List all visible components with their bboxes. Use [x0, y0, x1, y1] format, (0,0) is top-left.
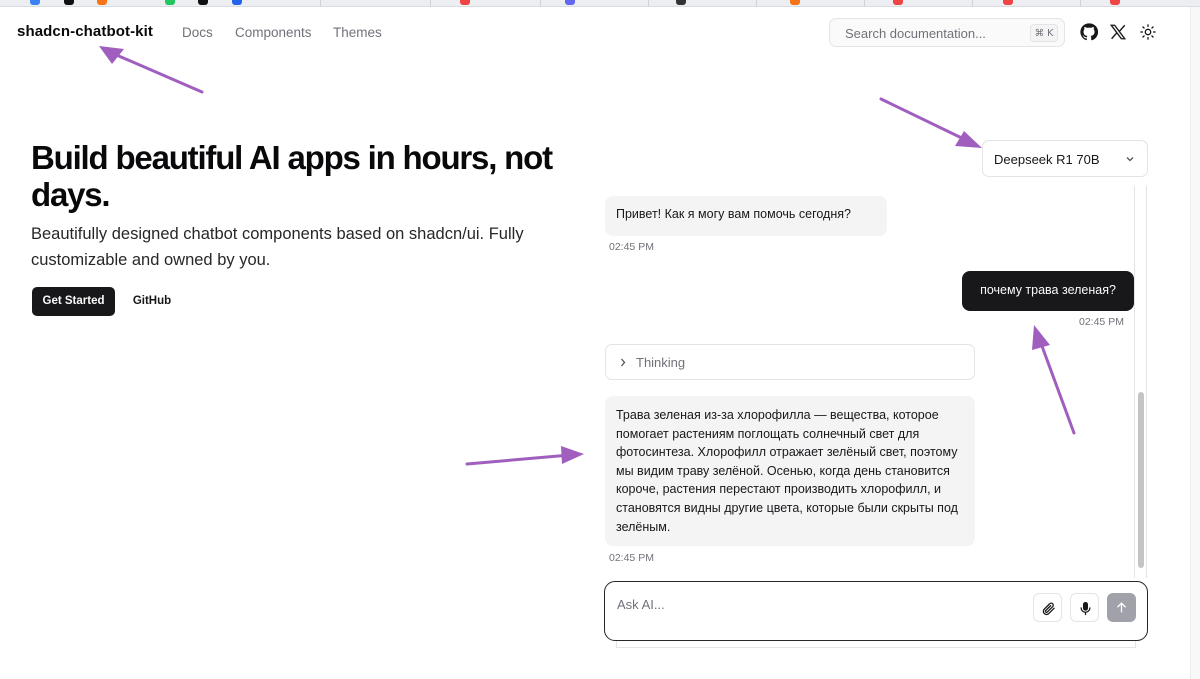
ask-ai-input[interactable] [617, 594, 1017, 614]
tab-separator [430, 0, 431, 7]
tab-favicon [790, 0, 800, 5]
github-button[interactable]: GitHub [123, 287, 181, 316]
get-started-button[interactable]: Get Started [32, 287, 115, 316]
search-documentation-button[interactable]: Search documentation... ⌘ K [829, 18, 1065, 47]
tab-separator [756, 0, 757, 7]
annotation-arrowhead [1032, 325, 1050, 350]
tab-favicon [64, 0, 74, 5]
github-icon[interactable] [1080, 23, 1098, 41]
model-select-value: Deepseek R1 70B [994, 152, 1100, 167]
search-shortcut-badge: ⌘ K [1030, 24, 1058, 42]
send-button[interactable] [1107, 593, 1136, 622]
voice-input-button[interactable] [1070, 593, 1099, 622]
tab-separator [648, 0, 649, 7]
assistant-message: Трава зеленая из-за хлорофилла — веществ… [605, 396, 975, 546]
tab-favicon [893, 0, 903, 5]
annotation-arrows [99, 46, 1076, 466]
tab-favicon [165, 0, 175, 5]
nav-docs[interactable]: Docs [182, 25, 213, 40]
tab-favicon [565, 0, 575, 5]
user-message: почему трава зеленая? [962, 271, 1134, 311]
page-scrollbar[interactable] [1190, 7, 1200, 679]
tab-favicon [676, 0, 686, 5]
tab-favicon [30, 0, 40, 5]
tab-separator [540, 0, 541, 7]
tab-separator [1080, 0, 1081, 7]
x-icon[interactable] [1109, 23, 1127, 41]
composer-shadow [616, 641, 1136, 648]
microphone-icon [1080, 601, 1091, 616]
chevron-right-icon [621, 358, 626, 367]
model-select[interactable]: Deepseek R1 70B [982, 140, 1148, 177]
message-timestamp: 02:45 PM [609, 552, 654, 564]
tab-favicon [460, 0, 470, 5]
chevron-down-icon [1126, 157, 1134, 162]
annotation-arrowhead [955, 131, 982, 148]
browser-tab-strip[interactable] [0, 0, 1200, 7]
message-timestamp: 02:45 PM [1079, 316, 1124, 328]
attach-file-button[interactable] [1033, 593, 1062, 622]
thinking-label: Thinking [636, 355, 686, 370]
annotation-arrow-response [465, 453, 572, 466]
tab-separator [972, 0, 973, 7]
tab-separator [864, 0, 865, 7]
search-placeholder: Search documentation... [845, 26, 986, 41]
tab-favicon [97, 0, 107, 5]
chat-scrollbar-thumb[interactable] [1138, 392, 1144, 568]
arrow-up-icon [1117, 602, 1126, 613]
paperclip-icon [1042, 602, 1055, 616]
tab-favicon [1003, 0, 1013, 5]
tab-favicon [198, 0, 208, 5]
site-header: shadcn-chatbot-kit Docs Components Theme… [0, 7, 1190, 57]
hero-subtitle: Beautifully designed chatbot components … [31, 225, 524, 269]
tab-favicon [232, 0, 242, 5]
tab-separator [320, 0, 321, 7]
chat-composer [604, 581, 1148, 641]
sun-icon[interactable] [1139, 23, 1157, 41]
annotation-arrowhead [561, 446, 584, 464]
assistant-message: Привет! Как я могу вам помочь сегодня? [605, 196, 887, 236]
annotation-arrow-model [879, 97, 972, 144]
annotation-arrow-question [1037, 336, 1076, 435]
chat-scrollbar[interactable] [1134, 186, 1147, 578]
thinking-toggle[interactable]: Thinking [605, 344, 975, 380]
hero-title: Build beautiful AI apps in hours, not da… [31, 139, 553, 213]
brand-logo[interactable]: shadcn-chatbot-kit [17, 23, 153, 40]
tab-favicon [1110, 0, 1120, 5]
nav-components[interactable]: Components [235, 25, 312, 40]
message-timestamp: 02:45 PM [609, 241, 654, 253]
nav-themes[interactable]: Themes [333, 25, 382, 40]
